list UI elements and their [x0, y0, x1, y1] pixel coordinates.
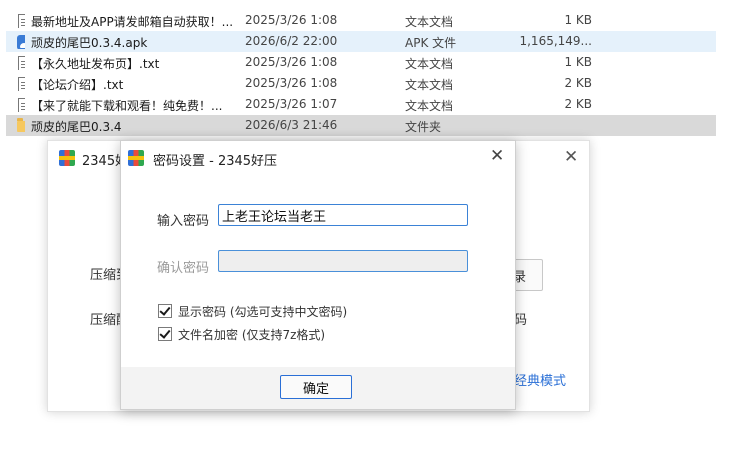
file-size: 2 KB: [564, 76, 592, 90]
file-type: 文本文档: [405, 57, 454, 71]
file-date: 2025/3/26 1:07: [245, 97, 338, 111]
file-name: 【来了就能下载和观看！纯免费！...: [31, 99, 223, 113]
encrypt-filenames-label: 文件名加密 (仅支持7z格式): [178, 328, 326, 342]
file-row[interactable]: 【论坛介绍】.txt 2025/3/26 1:08 文本文档 2 KB: [6, 73, 716, 94]
file-type: 文本文档: [405, 78, 454, 92]
file-date: 2025/3/26 1:08: [245, 13, 338, 27]
text-file-icon: [11, 75, 25, 91]
confirm-password-label: 确认密码: [157, 261, 210, 276]
file-date: 2025/3/26 1:08: [245, 55, 338, 69]
file-type: 文件夹: [405, 120, 442, 134]
close-icon[interactable]: ✕: [490, 146, 504, 166]
text-file-icon: [11, 12, 25, 28]
file-date: 2026/6/3 21:46: [245, 118, 338, 132]
close-icon[interactable]: ✕: [564, 147, 578, 167]
file-name: 【永久地址发布页】.txt: [31, 57, 160, 71]
file-row[interactable]: 最新地址及APP请发邮箱自动获取！... 2025/3/26 1:08 文本文档…: [6, 10, 716, 31]
dialog-title: 密码设置 - 2345好压: [153, 154, 278, 169]
password-dialog: 密码设置 - 2345好压 ✕ 输入密码 确认密码 显示密码 (勾选可支持中文密…: [120, 140, 516, 410]
file-type: 文本文档: [405, 99, 454, 113]
file-name: 顽皮的尾巴0.3.4: [31, 120, 122, 134]
dialog-footer: 确定: [121, 367, 515, 409]
text-file-icon: [11, 96, 25, 112]
file-size: 1 KB: [564, 55, 592, 69]
file-size: 1 KB: [564, 13, 592, 27]
file-type: APK 文件: [405, 36, 457, 50]
confirm-password-input[interactable]: [218, 250, 468, 272]
file-row[interactable]: 顽皮的尾巴0.3.4.apk 2026/6/2 22:00 APK 文件 1,1…: [6, 31, 716, 52]
password-input[interactable]: [218, 204, 468, 226]
file-name: 最新地址及APP请发邮箱自动获取！...: [31, 15, 234, 29]
app-logo-icon: [59, 150, 75, 166]
show-password-label: 显示密码 (勾选可支持中文密码): [178, 305, 348, 319]
app-logo-icon: [128, 150, 144, 166]
show-password-checkbox[interactable]: [158, 304, 172, 318]
text-file-icon: [11, 54, 25, 70]
file-date: 2025/3/26 1:08: [245, 76, 338, 90]
apk-file-icon: [11, 33, 25, 49]
file-row[interactable]: 【来了就能下载和观看！纯免费！... 2025/3/26 1:07 文本文档 2…: [6, 94, 716, 115]
file-name: 顽皮的尾巴0.3.4.apk: [31, 36, 148, 50]
folder-icon: [11, 117, 25, 133]
file-name: 【论坛介绍】.txt: [31, 78, 124, 92]
ok-button[interactable]: 确定: [280, 375, 352, 399]
file-row[interactable]: 【永久地址发布页】.txt 2025/3/26 1:08 文本文档 1 KB: [6, 52, 716, 73]
encrypt-filenames-checkbox[interactable]: [158, 327, 172, 341]
file-date: 2026/6/2 22:00: [245, 34, 338, 48]
file-row[interactable]: 顽皮的尾巴0.3.4 2026/6/3 21:46 文件夹: [6, 115, 716, 136]
classic-mode-link[interactable]: 经典模式: [514, 370, 566, 389]
file-size: 2 KB: [564, 97, 592, 111]
password-label: 输入密码: [157, 214, 210, 229]
file-size: 1,165,149...: [519, 34, 592, 48]
file-type: 文本文档: [405, 15, 454, 29]
